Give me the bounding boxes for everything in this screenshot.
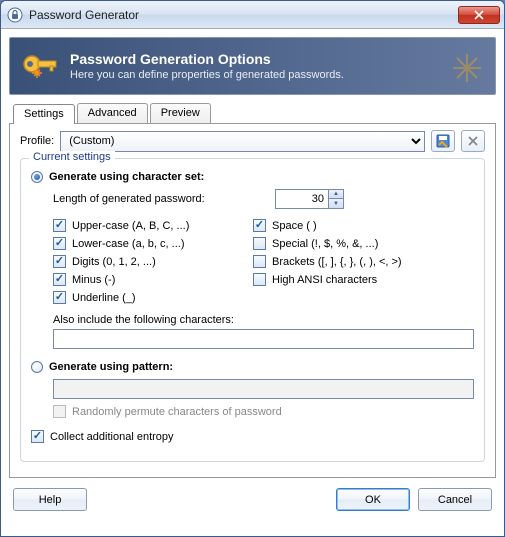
charset-options: Length of generated password: ▲ ▼ Upper-… bbox=[53, 189, 474, 349]
charset-radio-label: Generate using character set: bbox=[49, 171, 204, 183]
chk-brackets[interactable]: Brackets ([, ], {, }, (, ), <, >) bbox=[253, 255, 453, 268]
profile-select[interactable]: (Custom) bbox=[60, 131, 425, 152]
close-button[interactable] bbox=[458, 6, 500, 24]
header-decoration bbox=[447, 48, 487, 93]
tab-settings[interactable]: Settings bbox=[13, 104, 75, 124]
length-down[interactable]: ▼ bbox=[329, 199, 343, 208]
charset-radio[interactable] bbox=[31, 171, 43, 183]
header-subtitle: Here you can define properties of genera… bbox=[70, 69, 344, 81]
key-icon bbox=[20, 46, 60, 86]
charset-checkboxes: Upper-case (A, B, C, ...) Lower-case (a,… bbox=[53, 219, 474, 304]
pattern-radio-label: Generate using pattern: bbox=[49, 361, 173, 373]
chk-permute: Randomly permute characters of password bbox=[53, 405, 474, 418]
charset-radio-row[interactable]: Generate using character set: bbox=[31, 171, 474, 183]
chk-special[interactable]: Special (!, $, %, &, ...) bbox=[253, 237, 453, 250]
length-row: Length of generated password: ▲ ▼ bbox=[53, 189, 474, 209]
chk-lowercase[interactable]: Lower-case (a, b, c, ...) bbox=[53, 237, 253, 250]
chk-underline[interactable]: Underline (_) bbox=[53, 291, 253, 304]
also-include-label: Also include the following characters: bbox=[53, 314, 474, 326]
chk-entropy[interactable]: Collect additional entropy bbox=[31, 430, 474, 443]
titlebar: Password Generator bbox=[1, 1, 504, 29]
window: Password Generator Password Generation O… bbox=[0, 0, 505, 537]
lock-icon bbox=[7, 7, 23, 23]
also-include-input[interactable] bbox=[53, 329, 474, 349]
length-input[interactable] bbox=[276, 190, 328, 208]
header-text: Password Generation Options Here you can… bbox=[70, 51, 344, 81]
length-label: Length of generated password: bbox=[53, 193, 253, 205]
window-title: Password Generator bbox=[29, 8, 458, 22]
save-profile-button[interactable] bbox=[431, 130, 455, 152]
delete-profile-button[interactable] bbox=[461, 130, 485, 152]
help-button[interactable]: Help bbox=[13, 488, 87, 511]
fieldset-legend: Current settings bbox=[29, 151, 115, 163]
chk-digits[interactable]: Digits (0, 1, 2, ...) bbox=[53, 255, 253, 268]
header-panel: Password Generation Options Here you can… bbox=[9, 37, 496, 95]
tabs-container: Settings Advanced Preview Profile: (Cust… bbox=[9, 103, 496, 478]
tab-strip: Settings Advanced Preview bbox=[13, 103, 496, 123]
settings-fieldset: Current settings Generate using characte… bbox=[20, 158, 485, 462]
chk-highansi[interactable]: High ANSI characters bbox=[253, 273, 453, 286]
pattern-input bbox=[53, 379, 474, 399]
chk-space[interactable]: Space ( ) bbox=[253, 219, 453, 232]
tab-preview[interactable]: Preview bbox=[150, 103, 211, 123]
length-spinner[interactable]: ▲ ▼ bbox=[275, 189, 344, 209]
button-row: Help OK Cancel bbox=[1, 478, 504, 521]
ok-button[interactable]: OK bbox=[336, 488, 410, 511]
chk-minus[interactable]: Minus (-) bbox=[53, 273, 253, 286]
header-title: Password Generation Options bbox=[70, 51, 344, 67]
profile-label: Profile: bbox=[20, 135, 54, 147]
length-up[interactable]: ▲ bbox=[329, 190, 343, 199]
pattern-options: Randomly permute characters of password bbox=[53, 379, 474, 418]
pattern-radio-row[interactable]: Generate using pattern: bbox=[31, 361, 474, 373]
cancel-button[interactable]: Cancel bbox=[418, 488, 492, 511]
tab-advanced[interactable]: Advanced bbox=[77, 103, 148, 123]
pattern-radio[interactable] bbox=[31, 361, 43, 373]
tab-panel: Profile: (Custom) Current settings Gener… bbox=[9, 123, 496, 478]
chk-uppercase[interactable]: Upper-case (A, B, C, ...) bbox=[53, 219, 253, 232]
profile-row: Profile: (Custom) bbox=[20, 130, 485, 152]
